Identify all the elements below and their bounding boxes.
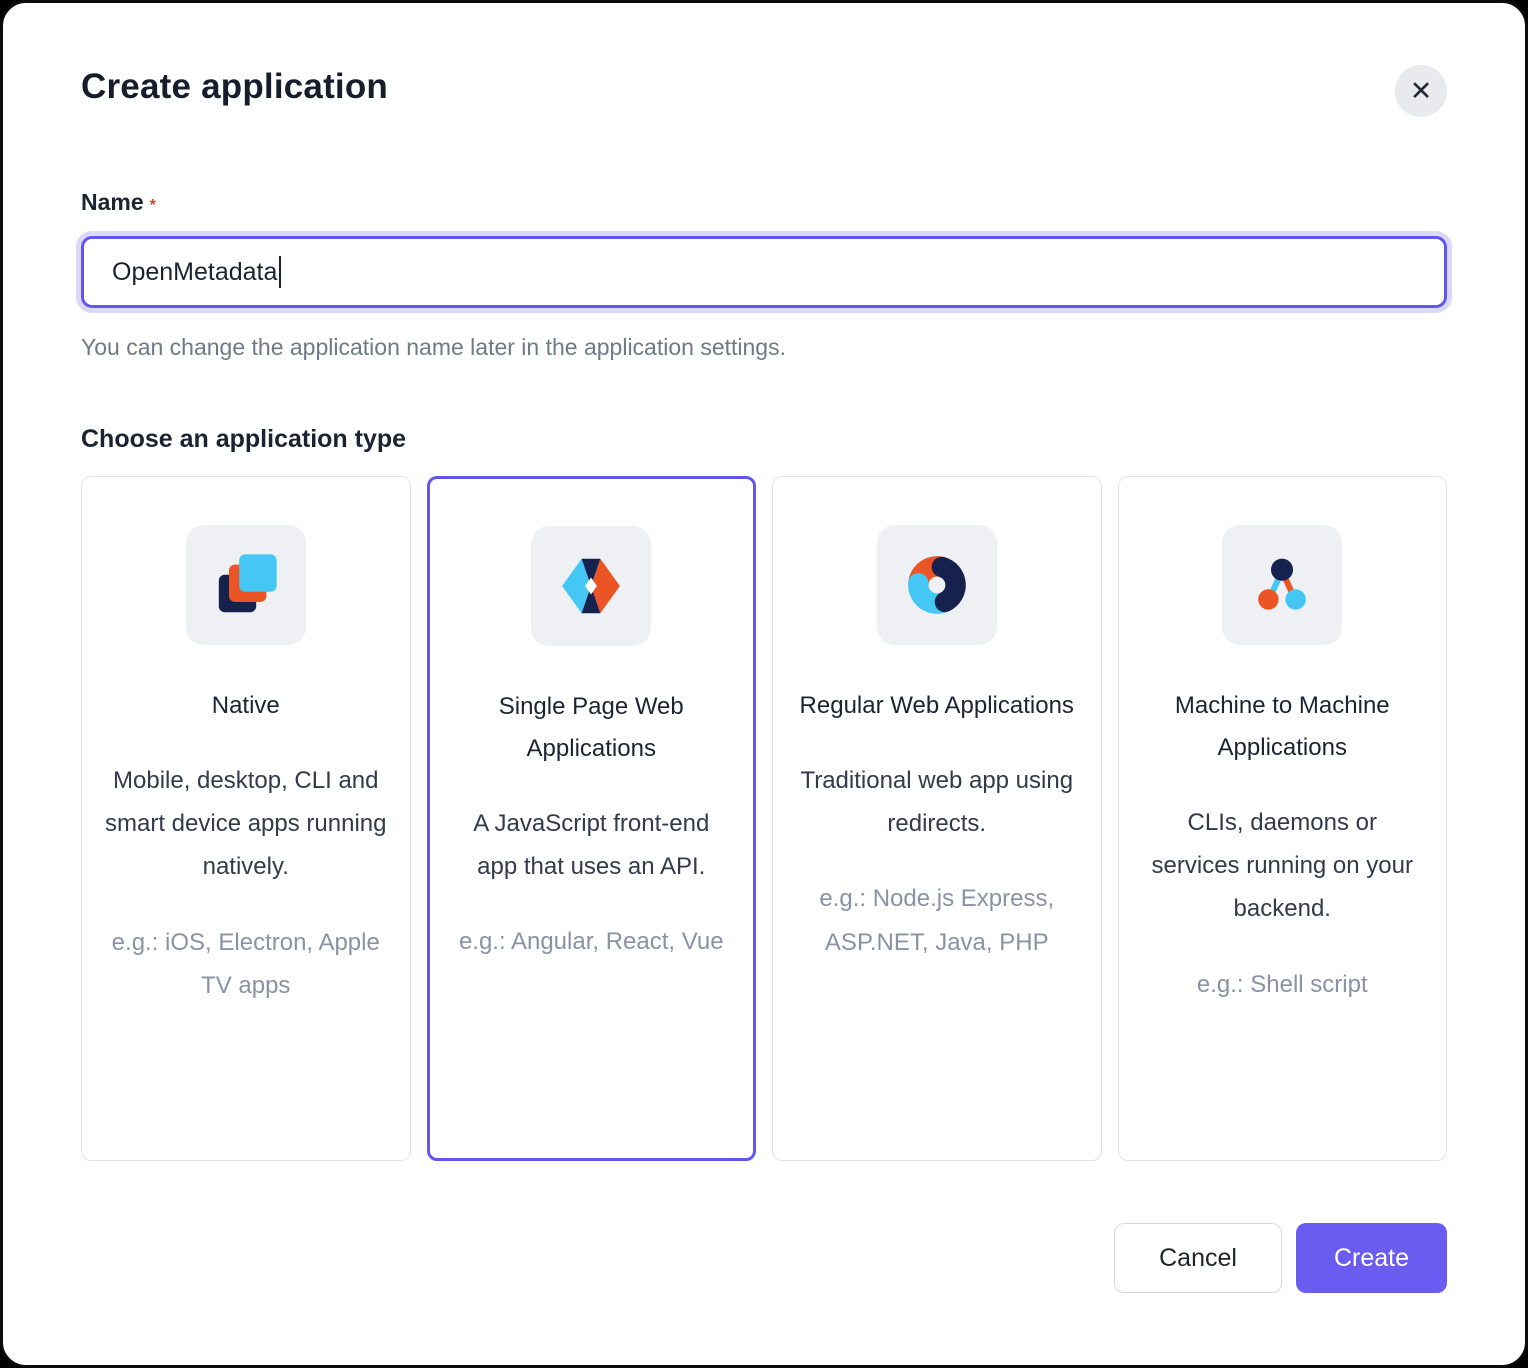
dialog-footer: Cancel Create (81, 1223, 1447, 1293)
card-description: A JavaScript front-end app that uses an … (450, 802, 733, 888)
spa-diamond-icon (557, 552, 625, 620)
text-caret (279, 256, 281, 288)
dialog-title: Create application (81, 67, 388, 107)
name-input-value: OpenMetadata (112, 258, 277, 287)
create-application-dialog: Create application ✕ Name* OpenMetadata … (0, 0, 1528, 1368)
machine-to-machine-network-icon (1248, 551, 1316, 619)
card-title: Native (104, 685, 388, 727)
close-button[interactable]: ✕ (1395, 65, 1447, 117)
regular-web-swirl-icon (903, 551, 971, 619)
close-icon: ✕ (1410, 78, 1433, 105)
application-type-heading: Choose an application type (81, 425, 1447, 454)
card-description: CLIs, daemons or services running on you… (1141, 801, 1425, 931)
name-input[interactable]: OpenMetadata (81, 236, 1447, 308)
m2m-icon-tile (1222, 525, 1342, 645)
dialog-header: Create application ✕ (81, 63, 1447, 117)
card-regular-web[interactable]: Regular Web Applications Traditional web… (772, 476, 1102, 1161)
regular-web-icon-tile (877, 525, 997, 645)
card-example: e.g.: iOS, Electron, Apple TV apps (104, 921, 388, 1007)
name-field-section: Name* OpenMetadata You can change the ap… (81, 189, 1447, 361)
card-single-page-web[interactable]: Single Page Web Applications A JavaScrip… (427, 476, 757, 1161)
card-description: Mobile, desktop, CLI and smart device ap… (104, 759, 388, 889)
card-title: Regular Web Applications (795, 685, 1079, 727)
card-title: Machine to Machine Applications (1141, 685, 1425, 769)
cancel-button[interactable]: Cancel (1114, 1223, 1282, 1293)
create-button[interactable]: Create (1296, 1223, 1447, 1293)
card-native[interactable]: Native Mobile, desktop, CLI and smart de… (81, 476, 411, 1161)
native-stacked-squares-icon (212, 551, 280, 619)
application-type-cards: Native Mobile, desktop, CLI and smart de… (81, 476, 1447, 1161)
card-description: Traditional web app using redirects. (795, 759, 1079, 845)
card-machine-to-machine[interactable]: Machine to Machine Applications CLIs, da… (1118, 476, 1448, 1161)
required-asterisk: * (150, 197, 156, 214)
name-label: Name* (81, 189, 1447, 216)
native-icon-tile (186, 525, 306, 645)
card-example: e.g.: Node.js Express, ASP.NET, Java, PH… (795, 877, 1079, 963)
name-helper-text: You can change the application name late… (81, 334, 1447, 361)
card-example: e.g.: Angular, React, Vue (450, 920, 733, 963)
card-example: e.g.: Shell script (1141, 963, 1425, 1006)
spa-icon-tile (531, 526, 651, 646)
card-title: Single Page Web Applications (450, 686, 733, 770)
